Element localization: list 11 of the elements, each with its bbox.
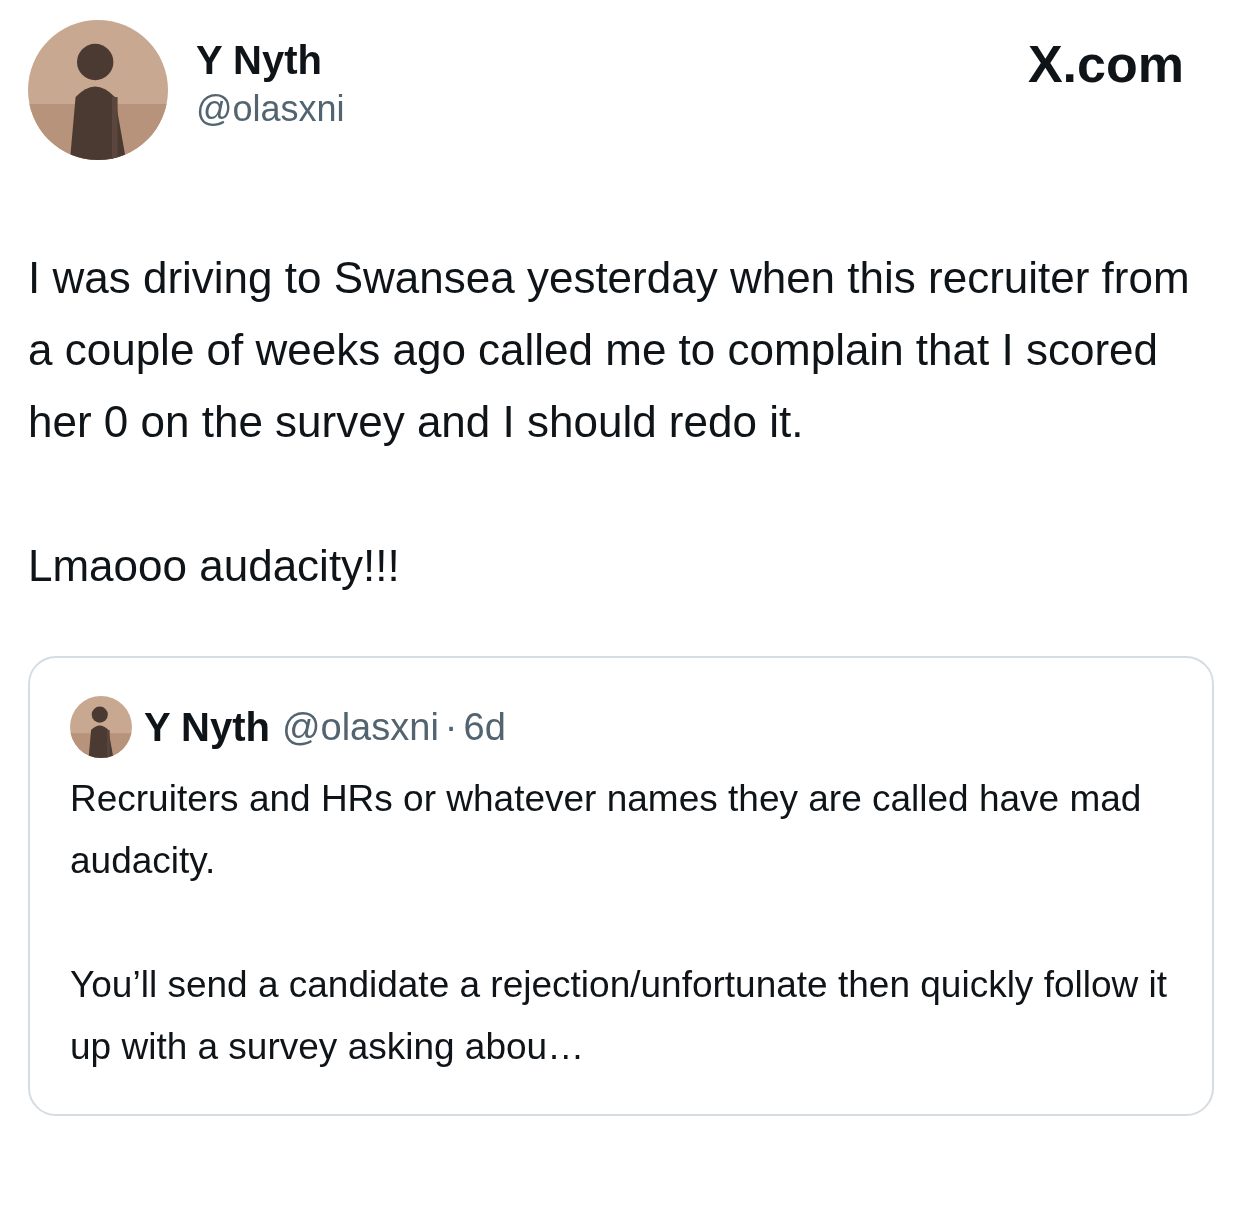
author-name: Y Nyth: [196, 37, 323, 84]
author-handle: @olasxni: [196, 87, 345, 131]
tweet-time: 6d: [463, 704, 506, 750]
tweet-text: I was driving to Swansea yesterday when this recruiter from a couple of weeks ago called me to complain that I scored her 0 on the survey and I should redo it.: [28, 252, 1191, 448]
tweet-text: Lmaooo audacity!!!: [28, 540, 401, 592]
site-logo: X.com: [1027, 34, 1184, 94]
quoted-tweet-text: Recruiters and HRs or whatever names they are called have mad audacity.: [70, 777, 1143, 883]
quoted-tweet-text: You’ll send a candidate a rejection/unfortunate then quickly follow it up with a survey asking abou…: [70, 963, 1168, 1069]
quoted-author-handle: @olasxni: [281, 704, 439, 750]
quoted-author-name: Y Nyth: [144, 704, 270, 751]
separator: ·: [444, 704, 458, 750]
